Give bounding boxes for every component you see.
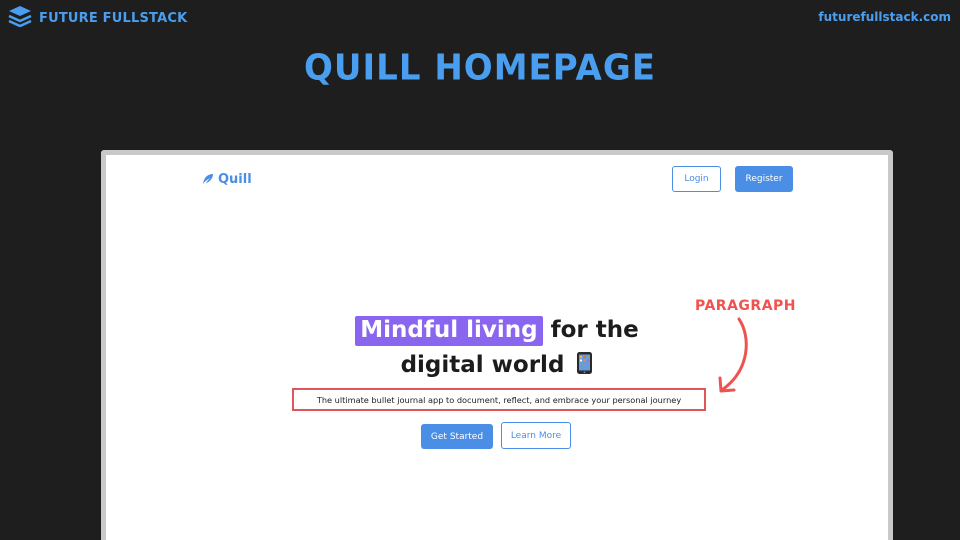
hero-heading-line2-text: digital world <box>400 352 565 378</box>
hero-heading-line2: digital world <box>106 351 888 381</box>
app-logo[interactable]: Quill <box>202 170 252 189</box>
hero-heading-rest: for the <box>550 317 639 343</box>
slide-title: QUILL HOMEPAGE <box>304 47 656 89</box>
screenshot-frame: Quill Login Register Mindful living for … <box>101 150 893 540</box>
feather-quill-icon <box>202 170 214 189</box>
hero-paragraph: The ultimate bullet journal app to docum… <box>292 388 706 411</box>
brand: FUTURE FULLSTACK <box>8 5 187 31</box>
annotation-label: PARAGRAPH <box>695 298 797 314</box>
app-viewport: Quill Login Register Mindful living for … <box>106 155 888 540</box>
login-button[interactable]: Login <box>672 166 721 192</box>
hero-heading-highlight: Mindful living <box>355 316 543 346</box>
brand-name: FUTURE FULLSTACK <box>39 10 188 26</box>
hero-paragraph-text: The ultimate bullet journal app to docum… <box>316 394 682 405</box>
mobile-phone-icon <box>576 351 593 381</box>
site-url[interactable]: futurefullstack.com <box>818 10 951 24</box>
get-started-button[interactable]: Get Started <box>421 424 493 449</box>
stacked-layers-icon <box>8 5 32 31</box>
register-button[interactable]: Register <box>735 166 793 192</box>
hero-heading-line1: Mindful living for the <box>106 316 888 346</box>
app-logo-text: Quill <box>218 172 252 187</box>
annotation-arrow-icon <box>706 315 756 399</box>
learn-more-button[interactable]: Learn More <box>501 422 571 449</box>
